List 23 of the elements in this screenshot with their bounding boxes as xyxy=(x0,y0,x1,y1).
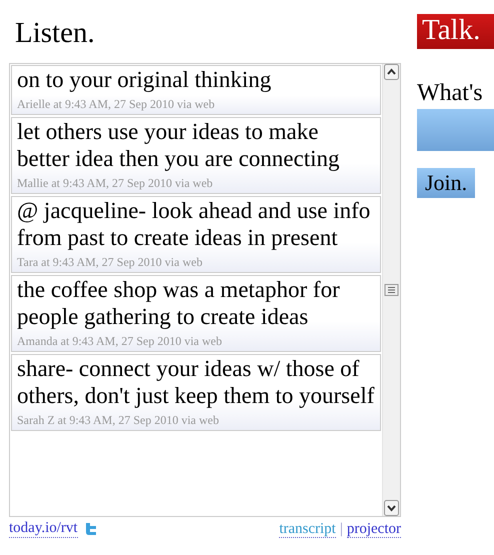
scroll-down-icon[interactable] xyxy=(384,500,399,516)
message-meta: Amanda at 9:43 AM, 27 Sep 2010 via web xyxy=(17,334,223,349)
short-link[interactable]: today.io/rvt xyxy=(9,520,78,538)
scroll-grip-icon[interactable] xyxy=(384,284,399,296)
listen-heading: Listen. xyxy=(15,17,96,51)
message-input[interactable] xyxy=(417,109,494,151)
message-meta: Mallie at 9:43 AM, 27 Sep 2010 via web xyxy=(17,176,214,191)
projector-link[interactable]: projector xyxy=(346,520,401,538)
join-button[interactable]: Join. xyxy=(417,168,476,198)
message-meta: Sarah Z at 9:43 AM, 27 Sep 2010 via web xyxy=(17,413,220,428)
scroll-up-icon[interactable] xyxy=(384,64,399,80)
talk-heading: Talk. xyxy=(417,14,494,49)
message-text: the coffee shop was a metaphor for people gathering to create ideas xyxy=(17,276,341,330)
message-meta: Arielle at 9:43 AM, 27 Sep 2010 via web xyxy=(17,97,216,112)
message-text: let others use your ideas to make better idea then you are connecting xyxy=(17,118,340,172)
scrollbar[interactable] xyxy=(382,64,400,516)
message-text: share- connect your ideas w/ those of others, don't just keep them to yourself xyxy=(17,355,375,409)
prompt-label: What's xyxy=(417,80,484,107)
bird-icon[interactable] xyxy=(84,522,98,536)
message-text: @ jacqueline- look ahead and use info from past to create ideas in present xyxy=(17,197,372,251)
message-meta: Tara at 9:43 AM, 27 Sep 2010 via web xyxy=(17,255,204,270)
link-separator: | xyxy=(340,520,343,536)
message-text: on to your original thinking xyxy=(17,66,272,93)
